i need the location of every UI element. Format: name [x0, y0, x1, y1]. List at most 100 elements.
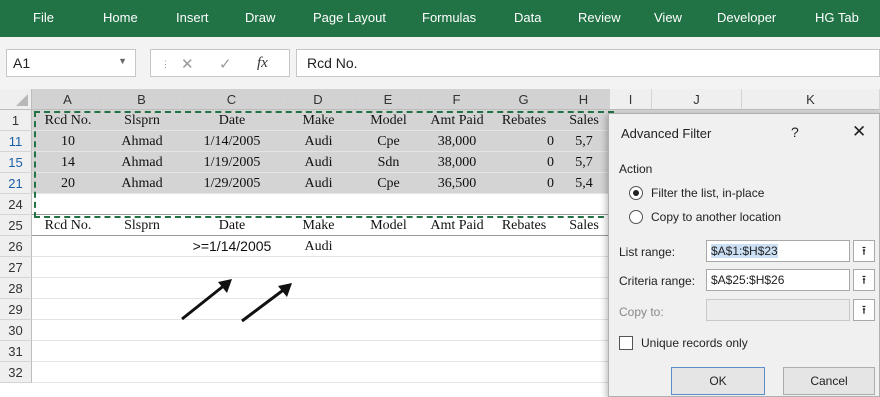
- tab-view[interactable]: View: [654, 10, 682, 25]
- collapse-list-range-icon[interactable]: ⭱: [853, 240, 875, 262]
- unique-records-label[interactable]: Unique records only: [641, 336, 748, 350]
- column-header-i[interactable]: I: [610, 89, 652, 110]
- cell[interactable]: 1/19/2005: [180, 152, 284, 172]
- row-header[interactable]: 27: [0, 257, 32, 278]
- cell[interactable]: [32, 341, 104, 361]
- cell[interactable]: [32, 236, 104, 256]
- cell[interactable]: Audi: [284, 173, 353, 193]
- tab-draw[interactable]: Draw: [245, 10, 275, 25]
- cell[interactable]: Slsprn: [104, 110, 180, 130]
- criteria-range-input[interactable]: $A$25:$H$26: [706, 269, 850, 291]
- cell[interactable]: [490, 341, 558, 361]
- tab-data[interactable]: Data: [514, 10, 541, 25]
- column-header-k[interactable]: K: [742, 89, 880, 110]
- cell[interactable]: Slsprn: [104, 215, 180, 235]
- column-header-b[interactable]: B: [104, 89, 180, 110]
- help-icon[interactable]: ?: [791, 124, 799, 140]
- row-header[interactable]: 28: [0, 278, 32, 299]
- row-header[interactable]: 30: [0, 320, 32, 341]
- cell[interactable]: [424, 257, 490, 277]
- cell[interactable]: >=1/14/2005: [180, 236, 284, 256]
- cell[interactable]: [104, 236, 180, 256]
- cell[interactable]: 0: [490, 131, 558, 151]
- tab-hg-tab[interactable]: HG Tab: [815, 10, 859, 25]
- cell[interactable]: [558, 341, 610, 361]
- cell[interactable]: Cpe: [353, 173, 424, 193]
- cell[interactable]: [32, 278, 104, 298]
- cell[interactable]: [490, 299, 558, 319]
- cell[interactable]: [490, 257, 558, 277]
- cell[interactable]: Rcd No.: [32, 215, 104, 235]
- insert-function-icon[interactable]: fx: [257, 55, 268, 72]
- cell[interactable]: 0: [490, 173, 558, 193]
- cell[interactable]: [104, 278, 180, 298]
- cell[interactable]: 14: [32, 152, 104, 172]
- cell[interactable]: Amt Paid: [424, 110, 490, 130]
- cell[interactable]: [32, 194, 104, 214]
- tab-page-layout[interactable]: Page Layout: [313, 10, 386, 25]
- column-header-d[interactable]: D: [284, 89, 353, 110]
- cell[interactable]: Sales: [558, 215, 610, 235]
- cell[interactable]: 10: [32, 131, 104, 151]
- cell[interactable]: [104, 299, 180, 319]
- cell[interactable]: Amt Paid: [424, 215, 490, 235]
- name-box[interactable]: A1 ▼: [6, 49, 136, 77]
- cell[interactable]: [284, 362, 353, 382]
- cell[interactable]: Model: [353, 215, 424, 235]
- row-header[interactable]: 1: [0, 110, 32, 131]
- cell[interactable]: [490, 320, 558, 340]
- select-all-corner[interactable]: [0, 89, 32, 110]
- row-header[interactable]: 32: [0, 362, 32, 383]
- column-header-e[interactable]: E: [353, 89, 424, 110]
- cell[interactable]: 5,7: [558, 131, 610, 151]
- tab-review[interactable]: Review: [578, 10, 621, 25]
- row-header[interactable]: 29: [0, 299, 32, 320]
- cell[interactable]: Ahmad: [104, 131, 180, 151]
- tab-formulas[interactable]: Formulas: [422, 10, 476, 25]
- cell[interactable]: [180, 362, 284, 382]
- column-header-c[interactable]: C: [180, 89, 284, 110]
- cell[interactable]: Make: [284, 215, 353, 235]
- ok-button[interactable]: OK: [671, 367, 765, 395]
- tab-developer[interactable]: Developer: [717, 10, 776, 25]
- cell[interactable]: [353, 341, 424, 361]
- cell[interactable]: Date: [180, 110, 284, 130]
- cell[interactable]: [353, 362, 424, 382]
- cell[interactable]: Ahmad: [104, 152, 180, 172]
- cancel-icon[interactable]: ✕: [181, 55, 194, 73]
- cell[interactable]: [180, 194, 284, 214]
- cell[interactable]: [424, 341, 490, 361]
- tab-home[interactable]: Home: [103, 10, 138, 25]
- cell[interactable]: Audi: [284, 131, 353, 151]
- cell[interactable]: [104, 194, 180, 214]
- cell[interactable]: [558, 299, 610, 319]
- cell[interactable]: [104, 341, 180, 361]
- cell[interactable]: Date: [180, 215, 284, 235]
- chevron-down-icon[interactable]: ▼: [118, 56, 127, 66]
- cancel-button[interactable]: Cancel: [783, 367, 875, 395]
- cell[interactable]: [424, 278, 490, 298]
- cell[interactable]: 5,4: [558, 173, 610, 193]
- collapse-criteria-range-icon[interactable]: ⭱: [853, 269, 875, 291]
- row-header[interactable]: 21: [0, 173, 32, 194]
- cell[interactable]: [32, 320, 104, 340]
- cell[interactable]: Sdn: [353, 152, 424, 172]
- cell[interactable]: [424, 320, 490, 340]
- cell[interactable]: 20: [32, 173, 104, 193]
- cell[interactable]: 36,500: [424, 173, 490, 193]
- cell[interactable]: Cpe: [353, 131, 424, 151]
- tab-insert[interactable]: Insert: [176, 10, 209, 25]
- cell[interactable]: [424, 236, 490, 256]
- row-header[interactable]: 15: [0, 152, 32, 173]
- cell[interactable]: 1/29/2005: [180, 173, 284, 193]
- cell[interactable]: [32, 257, 104, 277]
- copy-to-input[interactable]: [706, 299, 850, 321]
- tab-file[interactable]: File: [33, 10, 54, 25]
- unique-records-checkbox[interactable]: [619, 336, 633, 350]
- copy-to-location-label[interactable]: Copy to another location: [651, 210, 781, 224]
- cell[interactable]: [424, 362, 490, 382]
- formula-input[interactable]: Rcd No.: [296, 49, 880, 77]
- cell[interactable]: Sales: [558, 110, 610, 130]
- cell[interactable]: [558, 194, 610, 214]
- cell[interactable]: Audi: [284, 152, 353, 172]
